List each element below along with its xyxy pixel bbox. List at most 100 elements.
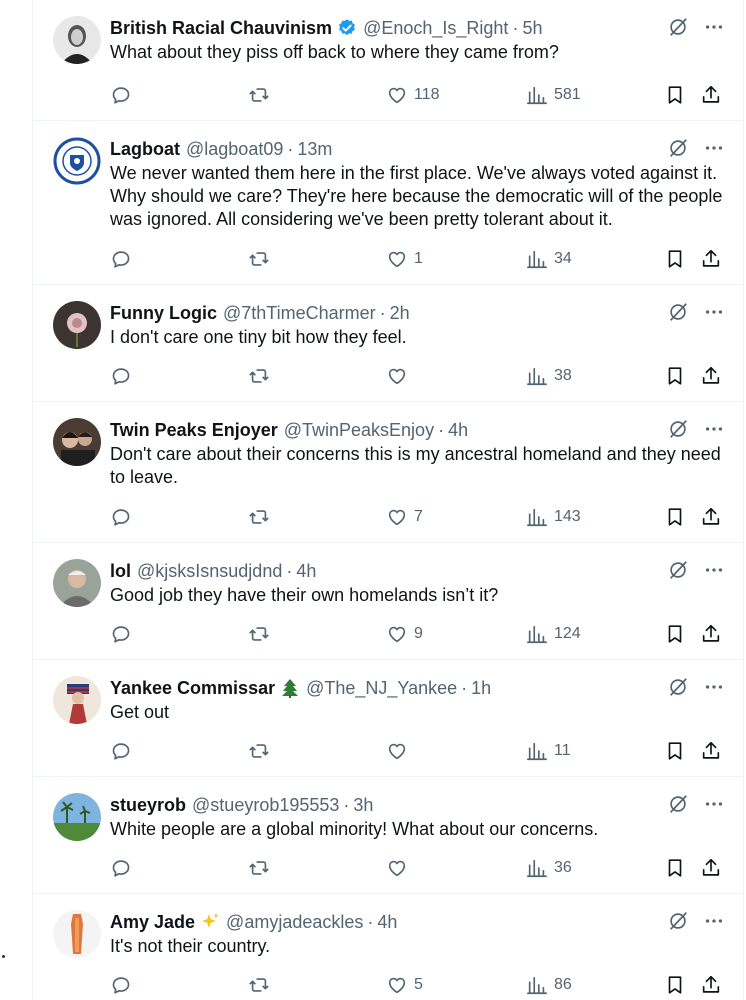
user-handle[interactable]: @TwinPeaksEnjoy	[284, 418, 434, 442]
retweet-button[interactable]	[248, 972, 270, 998]
views-button[interactable]: 38	[526, 363, 572, 389]
grok-icon[interactable]	[667, 559, 689, 581]
share-button[interactable]	[700, 82, 722, 108]
tweet[interactable]: British Racial Chauvinism @Enoch_Is_Righ…	[33, 0, 743, 121]
retweet-button[interactable]	[248, 621, 270, 647]
user-handle[interactable]: @lagboat09	[186, 137, 283, 161]
user-handle[interactable]: @The_NJ_Yankee	[306, 676, 457, 700]
reply-button[interactable]	[110, 972, 132, 998]
timestamp[interactable]: 4h	[448, 418, 468, 442]
grok-icon[interactable]	[667, 301, 689, 323]
views-button[interactable]: 11	[526, 738, 571, 764]
like-button[interactable]	[386, 738, 414, 764]
like-button[interactable]: 1	[386, 246, 423, 272]
retweet-button[interactable]	[248, 855, 270, 881]
share-button[interactable]	[700, 738, 722, 764]
reply-button[interactable]	[110, 246, 132, 272]
user-handle[interactable]: @kjsksIsnsudjdnd	[137, 559, 282, 583]
share-button[interactable]	[700, 246, 722, 272]
tweet[interactable]: Lagboat @lagboat09 · 13m We never wanted…	[33, 121, 743, 285]
grok-icon[interactable]	[667, 676, 689, 698]
user-handle[interactable]: @amyjadeackles	[226, 910, 363, 934]
timestamp[interactable]: 4h	[296, 559, 316, 583]
display-name[interactable]: Amy Jade	[110, 910, 195, 934]
reply-button[interactable]	[110, 855, 132, 881]
avatar[interactable]	[53, 793, 101, 841]
display-name[interactable]: stueyrob	[110, 793, 186, 817]
tweet[interactable]: Twin Peaks Enjoyer @TwinPeaksEnjoy · 4h …	[33, 402, 743, 543]
like-button[interactable]	[386, 855, 414, 881]
user-handle[interactable]: @Enoch_Is_Right	[363, 16, 508, 40]
avatar[interactable]	[53, 559, 101, 607]
avatar[interactable]	[53, 676, 101, 724]
reply-button[interactable]	[110, 738, 132, 764]
views-button[interactable]: 581	[526, 82, 581, 108]
timestamp[interactable]: 1h	[471, 676, 491, 700]
retweet-button[interactable]	[248, 82, 270, 108]
share-button[interactable]	[700, 621, 722, 647]
like-button[interactable]: 118	[386, 82, 440, 108]
avatar[interactable]	[53, 16, 101, 64]
share-button[interactable]	[700, 363, 722, 389]
display-name[interactable]: Lagboat	[110, 137, 180, 161]
timestamp[interactable]: 5h	[522, 16, 542, 40]
display-name[interactable]: Yankee Commissar	[110, 676, 275, 700]
reply-button[interactable]	[110, 363, 132, 389]
like-button[interactable]: 9	[386, 621, 423, 647]
avatar[interactable]	[53, 301, 101, 349]
more-options-icon[interactable]	[703, 793, 725, 815]
bookmark-button[interactable]	[664, 621, 686, 647]
tweet[interactable]: Amy Jade @amyjadeackles · 4h It's not th…	[33, 894, 743, 1000]
bookmark-button[interactable]	[664, 738, 686, 764]
tweet[interactable]: Yankee Commissar @The_NJ_Yankee · 1h Get…	[33, 660, 743, 777]
retweet-button[interactable]	[248, 246, 270, 272]
timestamp[interactable]: 13m	[297, 137, 332, 161]
more-options-icon[interactable]	[703, 676, 725, 698]
timestamp[interactable]: 2h	[390, 301, 410, 325]
bookmark-button[interactable]	[664, 972, 686, 998]
retweet-button[interactable]	[248, 363, 270, 389]
views-button[interactable]: 143	[526, 504, 581, 530]
like-button[interactable]: 5	[386, 972, 423, 998]
share-button[interactable]	[700, 504, 722, 530]
more-options-icon[interactable]	[703, 301, 725, 323]
bookmark-button[interactable]	[664, 82, 686, 108]
views-button[interactable]: 36	[526, 855, 572, 881]
grok-icon[interactable]	[667, 418, 689, 440]
grok-icon[interactable]	[667, 793, 689, 815]
share-button[interactable]	[700, 855, 722, 881]
like-button[interactable]: 7	[386, 504, 423, 530]
views-button[interactable]: 34	[526, 246, 572, 272]
like-button[interactable]	[386, 363, 414, 389]
views-button[interactable]: 124	[526, 621, 581, 647]
bookmark-button[interactable]	[664, 363, 686, 389]
retweet-button[interactable]	[248, 738, 270, 764]
display-name[interactable]: British Racial Chauvinism	[110, 16, 332, 40]
tweet[interactable]: stueyrob @stueyrob195553 · 3h White peop…	[33, 777, 743, 894]
more-options-icon[interactable]	[703, 418, 725, 440]
bookmark-button[interactable]	[664, 504, 686, 530]
user-handle[interactable]: @stueyrob195553	[192, 793, 339, 817]
retweet-button[interactable]	[248, 504, 270, 530]
bookmark-button[interactable]	[664, 855, 686, 881]
display-name[interactable]: Twin Peaks Enjoyer	[110, 418, 278, 442]
reply-button[interactable]	[110, 621, 132, 647]
tweet[interactable]: Funny Logic @7thTimeCharmer · 2h I don't…	[33, 285, 743, 402]
avatar[interactable]	[53, 418, 101, 466]
bookmark-button[interactable]	[664, 246, 686, 272]
timestamp[interactable]: 3h	[353, 793, 373, 817]
grok-icon[interactable]	[667, 16, 689, 38]
more-options-icon[interactable]	[703, 137, 725, 159]
timestamp[interactable]: 4h	[377, 910, 397, 934]
more-options-icon[interactable]	[703, 559, 725, 581]
views-button[interactable]: 86	[526, 972, 572, 998]
display-name[interactable]: lol	[110, 559, 131, 583]
avatar[interactable]	[53, 137, 101, 185]
share-button[interactable]	[700, 972, 722, 998]
user-handle[interactable]: @7thTimeCharmer	[223, 301, 376, 325]
display-name[interactable]: Funny Logic	[110, 301, 217, 325]
reply-button[interactable]	[110, 82, 132, 108]
more-options-icon[interactable]	[703, 910, 725, 932]
grok-icon[interactable]	[667, 910, 689, 932]
grok-icon[interactable]	[667, 137, 689, 159]
